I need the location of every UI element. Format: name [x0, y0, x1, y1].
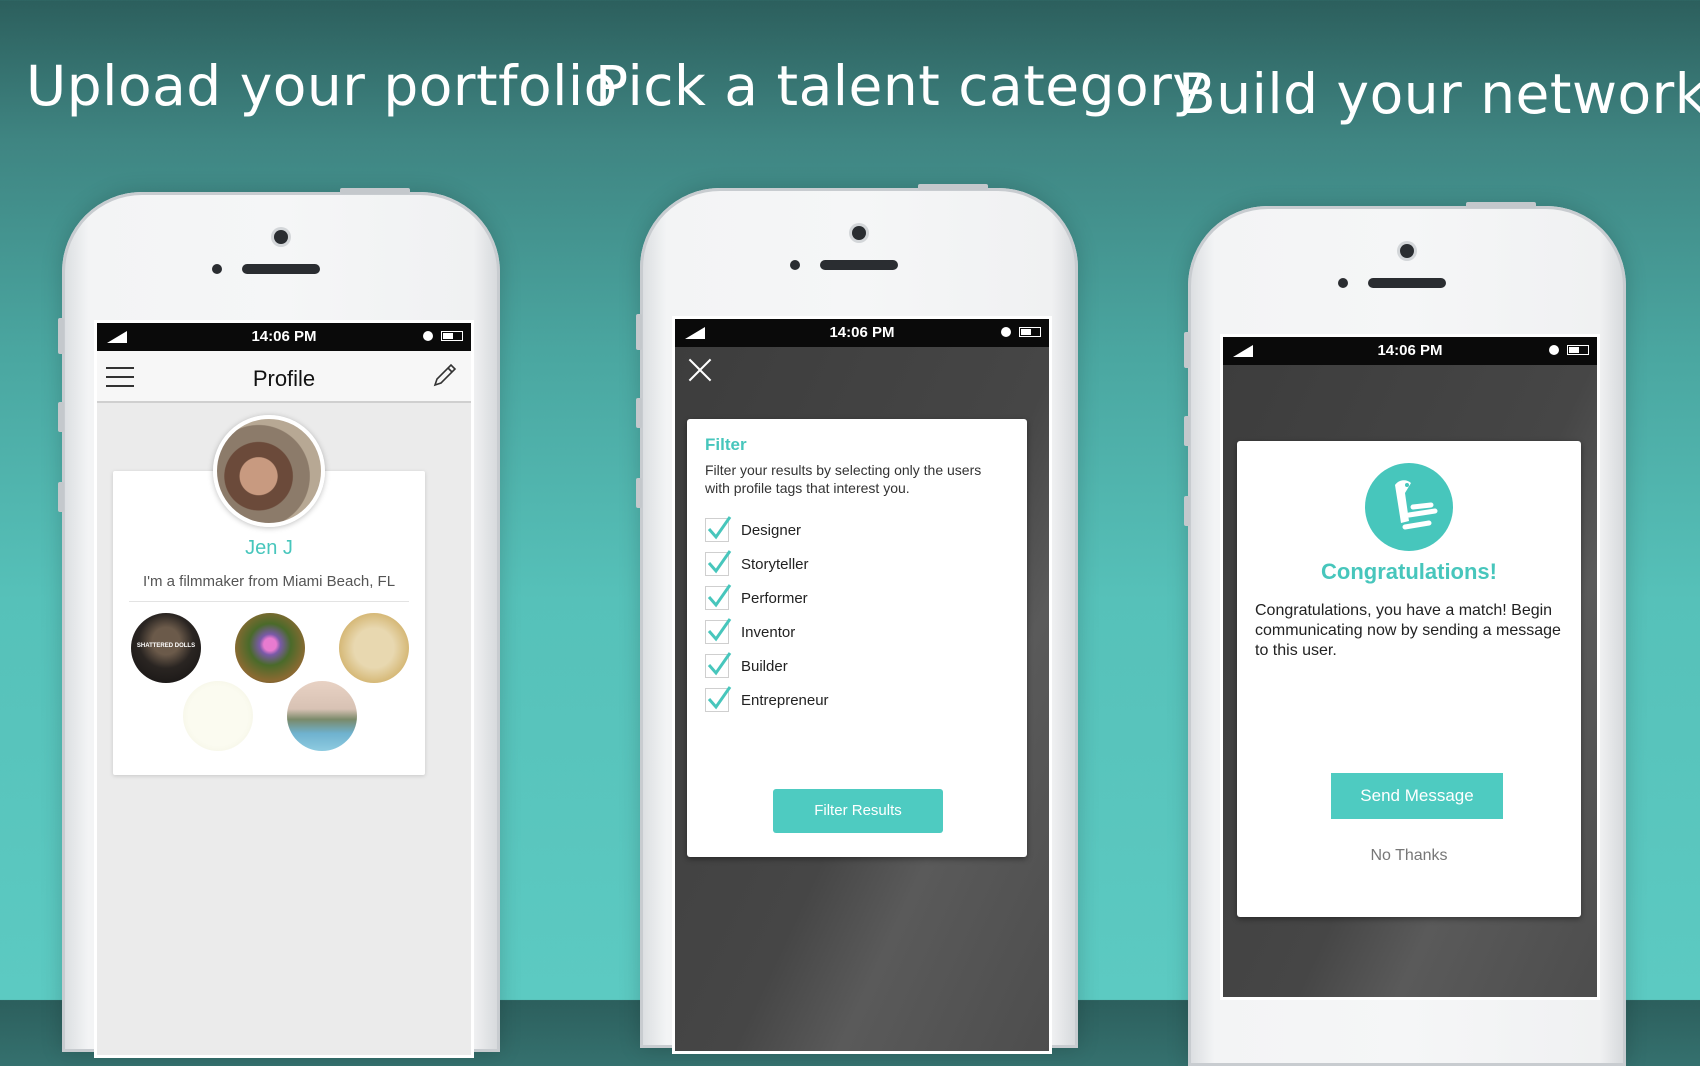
match-screen: 14:06 PM Congratulations! Congratulation… [1220, 334, 1600, 1000]
battery-icon [441, 331, 463, 341]
volume-button [58, 402, 64, 432]
checkmark-icon [707, 550, 732, 574]
alarm-icon [1549, 345, 1559, 355]
earpiece-speaker [242, 264, 320, 274]
avatar[interactable] [213, 415, 325, 527]
status-bar: 14:06 PM [675, 319, 1049, 347]
congrats-title: Congratulations! [1321, 559, 1497, 584]
front-camera [852, 226, 866, 240]
status-time: 14:06 PM [1377, 342, 1443, 359]
checkmark-icon [707, 516, 732, 540]
page-title: Profile [252, 366, 316, 391]
profile-screen: 14:06 PM Profile Jen J I'm a filmmaker f… [94, 320, 474, 1058]
edit-pencil-icon[interactable] [429, 361, 459, 391]
battery-icon [1019, 327, 1041, 337]
filter-option-inventor[interactable]: Inventor [705, 615, 829, 649]
filter-option-entrepreneur[interactable]: Entrepreneur [705, 683, 829, 717]
user-bio: I'm a filmmaker from Miami Beach, FL [142, 573, 396, 590]
portfolio-item[interactable] [339, 613, 409, 683]
headline-network: Build your network [1178, 62, 1700, 126]
status-bar: 14:06 PM [1223, 337, 1597, 365]
bird-logo-icon [1395, 480, 1438, 530]
no-thanks-link[interactable]: No Thanks [1237, 847, 1581, 865]
portfolio-item[interactable] [183, 681, 253, 751]
earpiece-speaker [820, 260, 898, 270]
headline-talent: Pick a talent category [595, 54, 1206, 118]
alarm-icon [423, 331, 433, 341]
close-icon[interactable] [685, 355, 715, 385]
headline-upload: Upload your portfolio [26, 54, 618, 118]
checkbox-checked[interactable] [705, 618, 732, 644]
volume-button [58, 318, 64, 354]
congrats-message: Congratulations, you have a match! Begin… [1255, 602, 1561, 659]
checkmark-icon [707, 618, 732, 642]
volume-button [1184, 496, 1190, 526]
earpiece-speaker [1368, 278, 1446, 288]
filter-title: Filter [705, 435, 747, 454]
power-button [918, 184, 988, 190]
filter-results-button[interactable]: Filter Results [773, 789, 943, 833]
filter-modal: Filter Filter your results by selecting … [687, 419, 1027, 857]
checkmark-icon [707, 652, 732, 676]
filter-option-performer[interactable]: Performer [705, 581, 829, 615]
checkmark-icon [707, 584, 732, 608]
portfolio-item[interactable]: SHATTERED DOLLS [131, 613, 201, 683]
volume-button [636, 478, 642, 508]
checkbox-checked[interactable] [705, 584, 732, 610]
phone-filter: 14:06 PM Filter Filter your results by s… [636, 184, 1078, 1054]
filter-option-label: Inventor [741, 623, 796, 641]
front-camera [274, 230, 288, 244]
sensor-dot [790, 260, 800, 270]
filter-options: Designer Storyteller Performer Inventor … [705, 513, 829, 717]
power-button [340, 188, 410, 194]
status-time: 14:06 PM [251, 328, 317, 345]
battery-icon [1567, 345, 1589, 355]
match-modal: Congratulations! Congratulations, you ha… [1237, 441, 1581, 917]
front-camera [1400, 244, 1414, 258]
send-message-button[interactable]: Send Message [1331, 773, 1503, 819]
filter-screen: 14:06 PM Filter Filter your results by s… [672, 316, 1052, 1054]
volume-button [1184, 332, 1190, 368]
sensor-dot [1338, 278, 1348, 288]
filter-option-storyteller[interactable]: Storyteller [705, 547, 829, 581]
volume-button [636, 314, 642, 350]
volume-button [1184, 416, 1190, 446]
status-time: 14:06 PM [829, 324, 895, 341]
filter-option-designer[interactable]: Designer [705, 513, 829, 547]
power-button [1466, 202, 1536, 208]
portfolio-item[interactable] [287, 681, 357, 751]
portfolio-caption: SHATTERED DOLLS [136, 643, 196, 649]
checkmark-icon [707, 686, 732, 710]
filter-option-label: Performer [741, 589, 808, 607]
checkbox-checked[interactable] [705, 652, 732, 678]
phone-match: 14:06 PM Congratulations! Congratulation… [1184, 202, 1626, 1066]
filter-option-label: Designer [741, 521, 802, 539]
phone-profile: 14:06 PM Profile Jen J I'm a filmmaker f… [58, 188, 500, 1058]
filter-description: Filter your results by selecting only th… [705, 462, 982, 496]
filter-option-label: Entrepreneur [741, 691, 829, 709]
status-bar: 14:06 PM [97, 323, 471, 351]
user-name: Jen J [245, 537, 293, 559]
app-logo-icon [1365, 463, 1453, 551]
alarm-icon [1001, 327, 1011, 337]
filter-option-builder[interactable]: Builder [705, 649, 829, 683]
volume-button [58, 482, 64, 512]
filter-option-label: Builder [741, 657, 788, 675]
sensor-dot [212, 264, 222, 274]
checkbox-checked[interactable] [705, 550, 732, 576]
checkbox-checked[interactable] [705, 516, 732, 542]
checkbox-checked[interactable] [705, 686, 732, 712]
profile-navbar: Profile [97, 351, 471, 403]
filter-option-label: Storyteller [741, 555, 809, 573]
portfolio-item[interactable] [235, 613, 305, 683]
volume-button [636, 398, 642, 428]
card-divider [129, 601, 409, 602]
